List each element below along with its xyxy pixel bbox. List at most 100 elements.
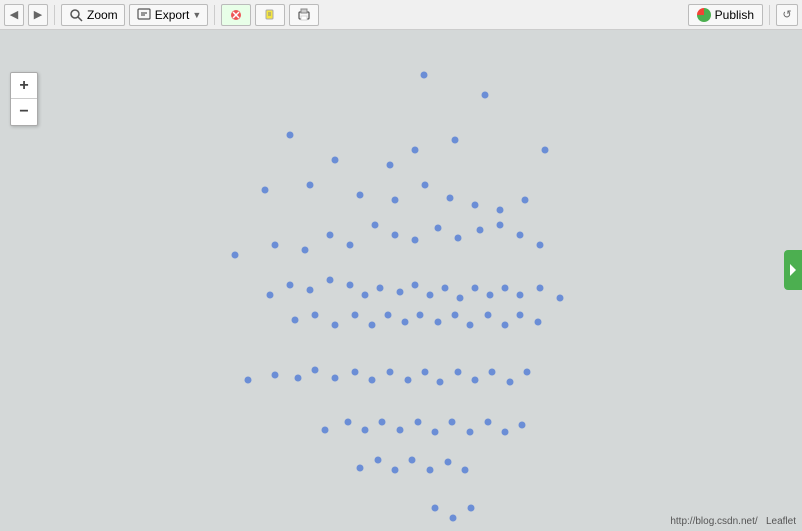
scatter-dot [467,429,474,436]
scatter-dot [485,312,492,319]
scatter-dot [468,505,475,512]
right-panel-button[interactable] [784,250,802,290]
scatter-dot [482,92,489,99]
zoom-label: Zoom [87,8,118,22]
scatter-dot [517,292,524,299]
scatter-dot [405,377,412,384]
scatter-dot [369,377,376,384]
divider-1 [54,5,55,25]
scatter-dot [302,247,309,254]
scatter-dot [452,312,459,319]
scatter-dot [345,419,352,426]
scatter-dot [457,295,464,302]
scatter-dot [507,379,514,386]
scatter-dot [312,312,319,319]
scatter-dot [412,147,419,154]
divider-2 [214,5,215,25]
export-chevron-icon: ▼ [192,10,201,20]
cancel-button[interactable] [221,4,251,26]
scatter-dot [417,312,424,319]
toolbar: ◀ ▶ Zoom Export ▼ Publish ↺ [0,0,802,30]
leaflet-label: Leaflet [766,516,796,527]
scatter-dot [497,207,504,214]
scatter-dot [352,312,359,319]
scatter-dot [489,369,496,376]
attribution-url: http://blog.csdn.net/ [670,516,757,527]
scatter-dot [435,319,442,326]
zoom-controls: + − [10,72,38,126]
scatter-dot [415,419,422,426]
scatter-dot [385,312,392,319]
scatter-dot [377,285,384,292]
scatter-dot [455,369,462,376]
scatter-dot [397,289,404,296]
scatter-dot [362,292,369,299]
publish-button[interactable]: Publish [688,4,763,26]
scatter-dot [535,319,542,326]
print-icon [296,7,312,23]
export-label: Export [155,8,190,22]
scatter-dot [517,232,524,239]
scatter-dot [387,369,394,376]
scatter-dot [372,222,379,229]
zoom-in-button[interactable]: + [11,73,37,99]
scatter-dot [392,467,399,474]
scatter-dot [437,379,444,386]
scatter-dot [375,457,382,464]
scatter-dot [232,252,239,259]
scatter-dot [379,419,386,426]
pencil-button[interactable] [255,4,285,26]
zoom-button[interactable]: Zoom [61,4,125,26]
back-button[interactable]: ◀ [4,4,24,26]
scatter-dot [452,137,459,144]
scatter-dot [307,287,314,294]
scatter-dot [369,322,376,329]
forward-button[interactable]: ▶ [28,4,48,26]
scatter-dot [537,242,544,249]
scatter-dot [447,195,454,202]
zoom-out-button[interactable]: − [11,99,37,125]
scatter-dot [387,162,394,169]
export-button[interactable]: Export ▼ [129,4,209,26]
scatter-dot [450,515,457,522]
map-attribution: http://blog.csdn.net/ Leaflet [670,516,796,527]
scatter-dot [357,192,364,199]
scatter-dot [432,505,439,512]
scatter-dot [409,457,416,464]
scatter-dot [422,369,429,376]
scatter-dot [442,285,449,292]
scatter-dot [477,227,484,234]
redo-button[interactable]: ↺ [776,4,798,26]
scatter-dot [497,222,504,229]
scatter-dot [519,422,526,429]
divider-3 [769,5,770,25]
scatter-dot [267,292,274,299]
scatter-dot [272,372,279,379]
scatter-dot [472,377,479,384]
scatter-dot [432,429,439,436]
scatter-dot [332,375,339,382]
scatter-dot [312,367,319,374]
scatter-dot [397,427,404,434]
print-button[interactable] [289,4,319,26]
scatter-dot [427,467,434,474]
scatter-dot [327,277,334,284]
scatter-dot [537,285,544,292]
scatter-dot [467,322,474,329]
scatter-dot [347,242,354,249]
pencil-icon [262,7,278,23]
export-icon [136,7,152,23]
scatter-dot [487,292,494,299]
scatter-dot [287,282,294,289]
scatter-dot [362,427,369,434]
scatter-dot [502,322,509,329]
scatter-dot [472,285,479,292]
scatter-dot [412,237,419,244]
map-container[interactable]: + − http://blog.csdn.net/ Leaflet [0,30,802,531]
scatter-dot [392,232,399,239]
scatter-dot [542,147,549,154]
scatter-dot [332,322,339,329]
scatter-dot [421,72,428,79]
scatter-dot [427,292,434,299]
scatter-dot [522,197,529,204]
